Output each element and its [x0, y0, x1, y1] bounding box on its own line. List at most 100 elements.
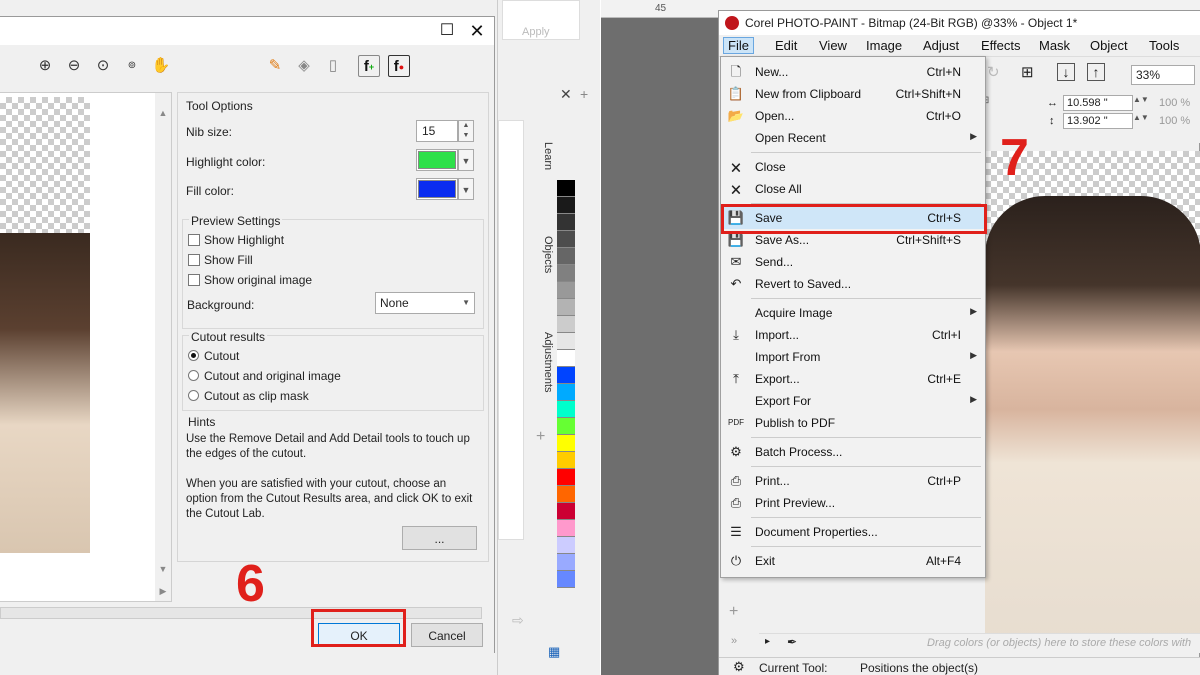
scroll-right-icon[interactable]: ▶ [155, 583, 171, 599]
palette-swatch[interactable] [557, 197, 575, 214]
width-percent[interactable]: 100 % [1159, 97, 1190, 109]
zoom-out-icon[interactable]: ⊖ [63, 55, 85, 77]
palette-swatch[interactable] [557, 231, 575, 248]
maximize-icon[interactable]: ☐ [436, 21, 458, 41]
menu-mask[interactable]: Mask [1039, 38, 1070, 53]
zoom-fit-icon[interactable]: ⊙ [92, 55, 114, 77]
palette-swatch[interactable] [557, 282, 575, 299]
menu-image[interactable]: Image [866, 38, 902, 53]
menu-file[interactable]: File [723, 37, 754, 54]
file-menu-item-close[interactable]: 🗙 Close [721, 156, 985, 178]
hints-more-button[interactable]: ... [402, 526, 477, 550]
cutout-original-radio[interactable] [188, 370, 199, 381]
palette-swatch[interactable] [557, 316, 575, 333]
width-input[interactable]: 10.598 " [1063, 95, 1133, 111]
file-menu-item-open[interactable]: 📂 Open... Ctrl+O [721, 105, 985, 127]
apply-button[interactable]: Apply [522, 26, 550, 38]
to-back-icon[interactable]: ↓ [1057, 63, 1075, 81]
palette-swatch[interactable] [557, 401, 575, 418]
file-menu-item-close-all[interactable]: 🗙 Close All [721, 178, 985, 200]
palette-swatch[interactable] [557, 265, 575, 282]
chevron-down-icon[interactable]: ▼ [458, 149, 474, 171]
height-stepper[interactable]: ▲▼ [1133, 113, 1149, 122]
background-select[interactable]: None ▼ [375, 292, 475, 314]
file-menu-item-revert-to-saved[interactable]: ↶ Revert to Saved... [721, 273, 985, 295]
zoom-input[interactable]: 33% [1131, 65, 1195, 85]
palette-swatch[interactable] [557, 452, 575, 469]
file-menu-item-export[interactable]: ⤒ Export... Ctrl+E [721, 368, 985, 390]
palette-swatch[interactable] [557, 435, 575, 452]
menu-effects[interactable]: Effects [981, 38, 1021, 53]
eraser-icon[interactable]: ▯ [322, 55, 344, 77]
palette-arrow-icon[interactable]: ▸ [765, 636, 770, 647]
menu-adjust[interactable]: Adjust [923, 38, 959, 53]
add-detail-icon[interactable]: f+ [358, 55, 380, 77]
fill-color-picker[interactable] [416, 178, 458, 200]
fill-bucket-icon[interactable]: ◈ [293, 55, 315, 77]
nib-size-stepper[interactable]: ▲ ▼ [458, 120, 474, 142]
file-menu-item-print-preview[interactable]: ⎙ Print Preview... [721, 492, 985, 514]
palette-swatch[interactable] [557, 503, 575, 520]
show-fill-checkbox[interactable] [188, 254, 200, 266]
palette-swatch[interactable] [557, 367, 575, 384]
eyedropper-icon[interactable]: ✒ [787, 635, 797, 649]
palette-swatch[interactable] [557, 554, 575, 571]
menu-tools[interactable]: Tools [1149, 38, 1179, 53]
arrow-right-icon[interactable]: ⇨ [512, 612, 524, 629]
width-stepper[interactable]: ▲▼ [1133, 95, 1149, 104]
palette-swatch[interactable] [557, 180, 575, 197]
height-input[interactable]: 13.902 " [1063, 113, 1133, 129]
palette-swatch[interactable] [557, 350, 575, 367]
file-menu-item-new[interactable]: 🗋 New... Ctrl+N [721, 61, 985, 83]
file-menu-item-publish-to-pdf[interactable]: PDF Publish to PDF [721, 412, 985, 434]
file-menu-item-document-properties[interactable]: ☰ Document Properties... [721, 521, 985, 543]
file-menu-item-import[interactable]: ⤓ Import... Ctrl+I [721, 324, 985, 346]
file-menu-item-exit[interactable]: ⏻ Exit Alt+F4 [721, 550, 985, 572]
palette-swatch[interactable] [557, 486, 575, 503]
docker-add-icon[interactable]: + [580, 86, 588, 102]
palette-swatch[interactable] [557, 469, 575, 486]
height-percent[interactable]: 100 % [1159, 115, 1190, 127]
show-highlight-checkbox[interactable] [188, 234, 200, 246]
show-original-checkbox[interactable] [188, 274, 200, 286]
zoom-100-icon[interactable]: ⊚ [121, 55, 143, 77]
palette-swatch[interactable] [557, 214, 575, 231]
menu-view[interactable]: View [819, 38, 847, 53]
palette-swatch[interactable] [557, 248, 575, 265]
file-menu-item-batch-process[interactable]: ⚙ Batch Process... [721, 441, 985, 463]
palette-swatch[interactable] [557, 537, 575, 554]
clip-mask-radio[interactable] [188, 390, 199, 401]
to-front-icon[interactable]: ↑ [1087, 63, 1105, 81]
align-icon[interactable]: ⊞ [1021, 63, 1034, 81]
preview-vertical-scrollbar[interactable]: ▲ ▼ ▶ [155, 93, 171, 601]
palette-swatch[interactable] [557, 418, 575, 435]
highlight-marker-icon[interactable]: ✎ [264, 55, 286, 77]
file-menu-item-import-from[interactable]: Import From ▶ [721, 346, 985, 368]
color-display-icon[interactable]: ▦ [548, 644, 560, 660]
pan-hand-icon[interactable]: ✋ [150, 55, 172, 77]
palette-swatch[interactable] [557, 299, 575, 316]
file-menu-item-open-recent[interactable]: Open Recent ▶ [721, 127, 985, 149]
cutout-radio[interactable] [188, 350, 199, 361]
expand-icon[interactable]: » [731, 635, 737, 647]
tab-learn[interactable]: Learn [534, 142, 554, 192]
menu-object[interactable]: Object [1090, 38, 1128, 53]
image-canvas[interactable] [985, 151, 1200, 641]
chevron-down-icon[interactable]: ▼ [458, 178, 474, 200]
close-icon[interactable]: ✕ [466, 21, 488, 41]
palette-swatch[interactable] [557, 520, 575, 537]
scroll-down-icon[interactable]: ▼ [155, 561, 171, 577]
cutout-preview[interactable]: ▲ ▼ ▶ [0, 92, 172, 602]
remove-detail-icon[interactable]: f● [388, 55, 410, 77]
redo-icon[interactable]: ↻ [987, 63, 1000, 81]
tab-adjustments[interactable]: Adjustments [534, 332, 554, 412]
file-menu-item-print[interactable]: ⎙ Print... Ctrl+P [721, 470, 985, 492]
menu-edit[interactable]: Edit [775, 38, 797, 53]
highlight-color-picker[interactable] [416, 149, 458, 171]
docker-add-tab-icon[interactable]: + [536, 428, 545, 446]
close-icon[interactable]: ✕ [560, 86, 572, 103]
color-palette[interactable] [557, 180, 575, 600]
tab-objects[interactable]: Objects [534, 236, 554, 296]
add-tool-icon[interactable]: + [729, 603, 738, 621]
file-menu-item-new-from-clipboard[interactable]: 📋 New from Clipboard Ctrl+Shift+N [721, 83, 985, 105]
